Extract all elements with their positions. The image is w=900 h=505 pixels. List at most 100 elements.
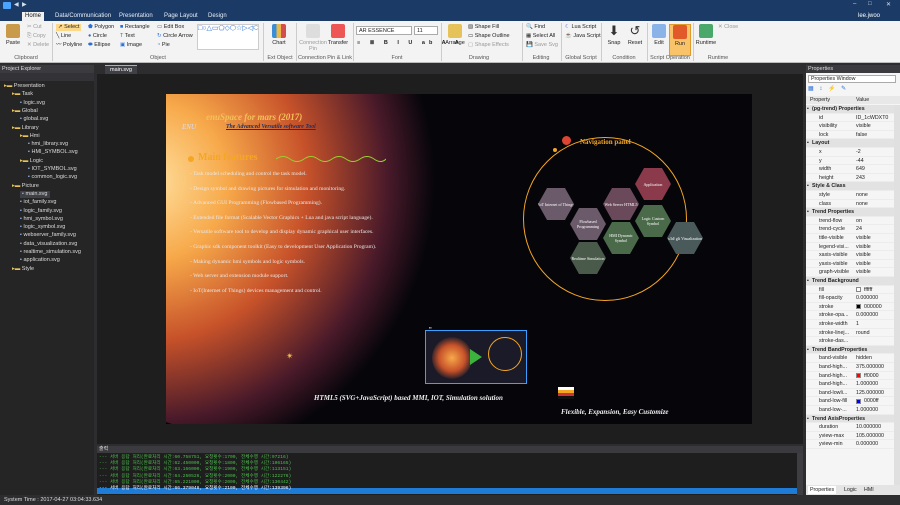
property-row[interactable]: trend-cycle 24 bbox=[806, 225, 900, 234]
property-value[interactable]: visible bbox=[856, 234, 871, 243]
forward-icon[interactable]: ▶ bbox=[22, 1, 27, 8]
property-row[interactable]: id ID_1cWDXT0 bbox=[806, 114, 900, 123]
find-button[interactable]: 🔍 Find bbox=[526, 24, 545, 31]
property-row[interactable]: yview-max 105.000000 bbox=[806, 432, 900, 441]
property-value[interactable]: 375.000000 bbox=[856, 363, 884, 372]
property-row[interactable]: stroke-width 1 bbox=[806, 320, 900, 329]
tab-hmi[interactable]: HMI bbox=[864, 486, 874, 494]
polygon-button[interactable]: ⬟ Polygon bbox=[88, 24, 114, 31]
property-value[interactable]: 000000 bbox=[864, 303, 882, 312]
output-scrollbar[interactable] bbox=[797, 453, 803, 495]
tab-home[interactable]: Home bbox=[22, 12, 45, 21]
property-row[interactable]: style none bbox=[806, 191, 900, 200]
property-value[interactable]: ff0000 bbox=[864, 372, 879, 381]
reset-button[interactable]: ↺ Reset bbox=[624, 24, 646, 47]
tree-item[interactable]: ▪ common_logic.svg bbox=[28, 174, 77, 181]
property-value[interactable]: 1.000000 bbox=[856, 380, 878, 389]
property-row[interactable]: fill ffffff bbox=[806, 286, 900, 295]
tree-item[interactable]: ▪ hmi_library.svg bbox=[28, 141, 68, 148]
tree-item[interactable]: ▸▬ Library bbox=[12, 125, 39, 132]
run-button[interactable]: Run bbox=[669, 24, 691, 56]
edit-box-button[interactable]: ▭ Edit Box bbox=[157, 24, 184, 31]
collapse-icon[interactable]: ▪ bbox=[807, 208, 809, 217]
tree-item[interactable]: ▪ iot_family.svg bbox=[20, 199, 56, 206]
property-value[interactable]: none bbox=[856, 200, 868, 209]
tree-item[interactable]: ▪ data_visualization.svg bbox=[20, 241, 77, 248]
property-value[interactable]: 0.000000 bbox=[856, 311, 878, 320]
close-window-icon[interactable]: ✕ bbox=[886, 1, 891, 8]
tree-item[interactable]: ▪ realtime_simulation.svg bbox=[20, 249, 81, 256]
tree-item[interactable]: ▪ logic_symbol.svg bbox=[20, 224, 65, 231]
tab-design[interactable]: Design bbox=[205, 12, 230, 21]
color-swatch[interactable] bbox=[856, 304, 861, 310]
property-value[interactable]: 0000ff bbox=[864, 397, 879, 406]
tree-item[interactable]: ▸▬ Logic bbox=[20, 158, 43, 165]
connection-pin-button[interactable]: Connection Pin bbox=[299, 24, 327, 52]
property-row[interactable]: yview-min 0.000000 bbox=[806, 440, 900, 449]
save-svg-button[interactable]: 💾 Save Svg bbox=[526, 42, 558, 49]
paste-button[interactable]: Paste bbox=[2, 24, 24, 46]
property-value[interactable]: ID_1cWDXT0 bbox=[856, 114, 888, 123]
property-row[interactable]: band-high... 375.000000 bbox=[806, 363, 900, 372]
property-value[interactable]: -44 bbox=[856, 157, 864, 166]
edit-script-button[interactable]: Edit bbox=[648, 24, 670, 46]
property-value[interactable]: visible bbox=[856, 251, 871, 260]
property-row[interactable]: x -2 bbox=[806, 148, 900, 157]
property-value[interactable]: 105.000000 bbox=[856, 432, 884, 441]
tree-item[interactable]: ▸▬ Presentation bbox=[4, 83, 45, 90]
property-row[interactable]: fill-opacity 0.000000 bbox=[806, 294, 900, 303]
line-button[interactable]: ╲ Line bbox=[56, 33, 71, 40]
circle-button[interactable]: ● Circle bbox=[88, 33, 107, 40]
property-value[interactable]: visible bbox=[856, 268, 871, 277]
tree-item[interactable]: ▪ HMI_SYMBOL.svg bbox=[28, 149, 78, 156]
collapse-icon[interactable]: ▪ bbox=[807, 346, 809, 355]
arrange-button[interactable]: Arrange bbox=[444, 24, 466, 46]
shape-outline-button[interactable]: ▭ Shape Outline bbox=[468, 33, 510, 40]
property-row[interactable]: yaxis-visible visible bbox=[806, 260, 900, 269]
property-row[interactable]: band-low-... 1.000000 bbox=[806, 406, 900, 415]
tree-item[interactable]: ▪ webserver_family.svg bbox=[20, 232, 76, 239]
collapse-icon[interactable]: ▪ bbox=[807, 105, 809, 114]
property-value[interactable]: hidden bbox=[856, 354, 872, 363]
tab-properties[interactable]: Properties bbox=[808, 486, 837, 494]
property-row[interactable]: xaxis-visible visible bbox=[806, 251, 900, 260]
shape-effects-button[interactable]: ▢ Shape Effects bbox=[468, 42, 509, 49]
pie-button[interactable]: ◔ Pie bbox=[157, 42, 170, 49]
tree-item[interactable]: ▪ global.svg bbox=[20, 116, 48, 123]
select-all-button[interactable]: ▦ Select All bbox=[526, 33, 555, 40]
shapes-gallery[interactable]: □○△▭⬠◇⬡☆▷◁⬭▢⬯⌒↗⇨⇦⇧ bbox=[197, 24, 259, 50]
java-script-button[interactable]: ☕ Java Script bbox=[565, 33, 601, 40]
back-icon[interactable]: ◀ bbox=[14, 1, 19, 8]
property-value[interactable]: visible bbox=[856, 122, 871, 131]
circle-arrow-button[interactable]: ↻ Circle Arrow bbox=[157, 33, 193, 40]
property-row[interactable]: trend-flow on bbox=[806, 217, 900, 226]
snap-button[interactable]: ⬇ Snap bbox=[603, 24, 625, 47]
property-value[interactable]: round bbox=[856, 329, 870, 338]
property-value[interactable]: 0.000000 bbox=[856, 294, 878, 303]
runtime-button[interactable]: Runtime bbox=[694, 24, 718, 46]
collapse-icon[interactable]: ▪ bbox=[807, 182, 809, 191]
property-row[interactable]: stroke-das... bbox=[806, 337, 900, 346]
property-value[interactable]: visible bbox=[856, 243, 871, 252]
property-value[interactable]: 1 bbox=[856, 320, 859, 329]
lua-script-button[interactable]: ☾ Lua Script bbox=[565, 24, 596, 31]
color-swatch[interactable] bbox=[856, 287, 861, 293]
tab-data-communication[interactable]: Data/Communication bbox=[52, 12, 114, 21]
tab-main-svg[interactable]: main.svg bbox=[105, 65, 137, 74]
property-row[interactable]: graph-visible visible bbox=[806, 268, 900, 277]
properties-toolbar[interactable]: ▦ ↕ ⚡ ✎ bbox=[808, 85, 848, 92]
minimize-icon[interactable]: – bbox=[853, 1, 856, 7]
property-row[interactable]: title-visible visible bbox=[806, 234, 900, 243]
property-value[interactable]: visible bbox=[856, 260, 871, 269]
collapse-icon[interactable]: ▪ bbox=[807, 415, 809, 424]
tab-page-layout[interactable]: Page Layout bbox=[161, 12, 201, 21]
property-value[interactable]: ffffff bbox=[864, 286, 872, 295]
property-value[interactable]: -2 bbox=[856, 148, 861, 157]
tab-logic[interactable]: Logic bbox=[844, 486, 857, 494]
color-swatch[interactable] bbox=[856, 373, 861, 379]
property-value[interactable]: 1.000000 bbox=[856, 406, 878, 415]
font-name-select[interactable]: AR ESSENCE bbox=[356, 26, 412, 35]
property-value[interactable]: false bbox=[856, 131, 867, 140]
properties-window-select[interactable]: Properties Window bbox=[808, 75, 896, 83]
property-row[interactable]: visibility visible bbox=[806, 122, 900, 131]
